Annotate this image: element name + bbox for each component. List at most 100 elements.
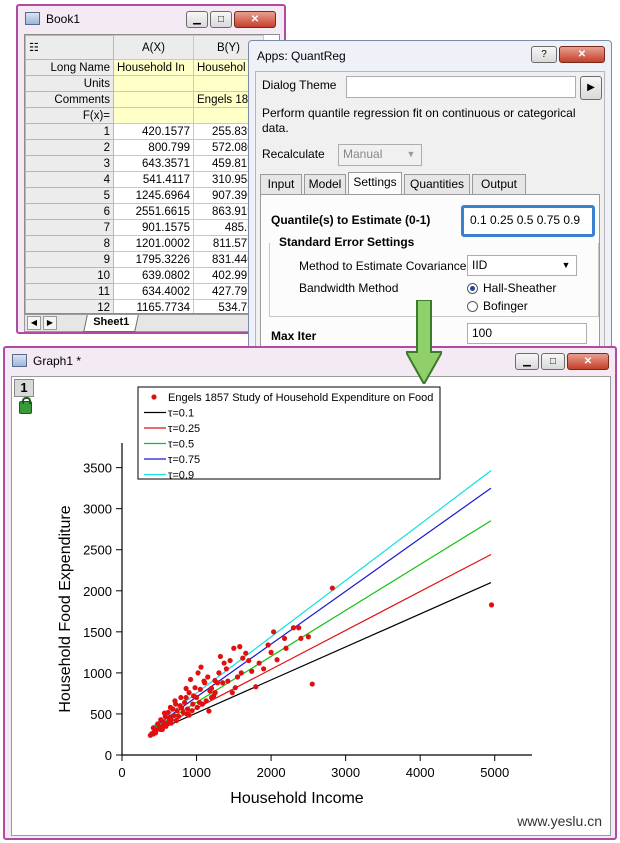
book1-window[interactable]: Book1 ▁ □ ✕ ☷ A(X) B(Y) Long Name Househ… [16, 4, 286, 334]
data-point [161, 710, 168, 716]
cell-a[interactable]: 1795.3226 [113, 251, 194, 268]
table-row[interactable]: 2 800.799 572.0807 [25, 139, 264, 156]
worksheet-grid[interactable]: ☷ A(X) B(Y) Long Name Household In House… [24, 34, 280, 314]
cell-a[interactable]: 1245.6964 [113, 187, 194, 204]
tab-quantities[interactable]: Quantities [404, 174, 470, 194]
table-row[interactable]: 3 643.3571 459.8177 [25, 155, 264, 172]
dialog-description: Perform quantile regression fit on conti… [262, 106, 576, 135]
data-point [298, 635, 304, 642]
table-row[interactable]: 4 541.4117 310.9587 [25, 171, 264, 188]
close-button[interactable]: ✕ [234, 11, 276, 28]
y-tick-label: 3000 [83, 502, 112, 517]
cell-comments-a[interactable] [113, 91, 194, 108]
legend-label: Engels 1857 Study of Household Expenditu… [168, 392, 433, 404]
corner-cell[interactable]: ☷ [25, 35, 114, 60]
data-point [206, 708, 212, 714]
minimize-button[interactable]: ▁ [186, 11, 208, 28]
table-row[interactable]: 12 1165.7734 534.761 [25, 299, 264, 313]
data-point [187, 676, 194, 683]
prev-sheet-icon[interactable]: ◀ [27, 316, 41, 330]
data-point [147, 732, 153, 738]
graph-close-button[interactable]: ✕ [567, 353, 609, 370]
table-row[interactable]: 9 1795.3226 831.4407 [25, 251, 264, 268]
watermark: www.yeslu.cn [517, 813, 602, 829]
y-tick-label: 500 [90, 707, 112, 722]
data-point [296, 625, 302, 631]
row-label-fx: F(x)= [25, 107, 114, 124]
data-point [190, 701, 196, 707]
x-tick-label: 0 [118, 765, 125, 780]
maxiter-input[interactable]: 100 [467, 323, 587, 344]
cell-a[interactable]: 901.1575 [113, 219, 194, 236]
table-row[interactable]: 8 1201.0002 811.5776 [25, 235, 264, 252]
data-point [190, 693, 197, 699]
cell-units-a[interactable] [113, 75, 194, 92]
quantreg-titlebar[interactable]: Apps: QuantReg ? ✕ [249, 41, 611, 67]
workbook-icon [25, 12, 40, 25]
x-tick-label: 4000 [406, 765, 435, 780]
data-point [182, 699, 188, 706]
cell-a[interactable]: 1165.7734 [113, 299, 194, 313]
table-row[interactable]: 11 634.4002 427.7975 [25, 283, 264, 300]
data-point [253, 684, 259, 690]
cell-a[interactable]: 639.0802 [113, 267, 194, 284]
y-tick-label: 1000 [83, 666, 112, 681]
data-point [158, 726, 164, 733]
cell-longname-a[interactable]: Household In [113, 59, 194, 76]
cell-fx-a[interactable] [113, 107, 194, 124]
cell-a[interactable]: 541.4117 [113, 171, 194, 188]
graph1-window[interactable]: Graph1 * ▁ □ ✕ 1 0 1000 2000 3000 4000 5000 0 5… [3, 346, 617, 840]
data-point [177, 703, 183, 709]
quantiles-input[interactable]: 0.1 0.25 0.5 0.75 0.9 [461, 205, 595, 237]
graph-maximize-button[interactable]: □ [541, 353, 565, 370]
data-point [192, 685, 198, 691]
cell-a[interactable]: 1201.0002 [113, 235, 194, 252]
sheet-tab-label: Sheet1 [93, 316, 130, 328]
book1-titlebar[interactable]: Book1 ▁ □ ✕ [18, 6, 284, 32]
data-point [217, 653, 223, 660]
radio-hall-sheather[interactable] [467, 283, 478, 294]
theme-arrow-button[interactable]: ▶ [580, 76, 602, 100]
radio-bofinger[interactable] [467, 301, 478, 312]
tab-settings[interactable]: Settings [348, 172, 402, 194]
dialog-theme-field[interactable] [346, 76, 576, 98]
data-point [305, 634, 311, 640]
maximize-button[interactable]: □ [210, 11, 232, 28]
dialog-close-button[interactable]: ✕ [559, 46, 605, 63]
cell-a[interactable]: 634.4002 [113, 283, 194, 300]
data-point [221, 660, 227, 666]
data-point [172, 698, 178, 704]
graph1-titlebar[interactable]: Graph1 * ▁ □ ✕ [5, 348, 615, 374]
graph-minimize-button[interactable]: ▁ [515, 353, 539, 370]
table-row[interactable]: 7 901.1575 485.68 [25, 219, 264, 236]
table-row[interactable]: 6 2551.6615 863.9199 [25, 203, 264, 220]
tab-output[interactable]: Output [472, 174, 526, 194]
tab-model[interactable]: Model [304, 174, 346, 194]
row-number: 2 [25, 139, 114, 156]
help-button[interactable]: ? [531, 46, 557, 63]
cell-a[interactable]: 643.3571 [113, 155, 194, 172]
graph1-title: Graph1 * [33, 354, 82, 368]
sheet-tab[interactable]: Sheet1 [83, 315, 139, 332]
cell-a[interactable]: 420.1577 [113, 123, 194, 140]
graph-canvas[interactable]: 1 0 1000 2000 3000 4000 5000 0 500 1000 1500 2000 2… [11, 376, 611, 836]
table-row[interactable]: 5 1245.6964 907.3969 [25, 187, 264, 204]
legend-label: τ=0.9 [168, 470, 194, 482]
next-sheet-icon[interactable]: ▶ [43, 316, 57, 330]
legend-label: τ=0.75 [168, 454, 200, 466]
data-point [155, 721, 161, 727]
data-point [196, 699, 203, 706]
table-row[interactable]: 1 420.1577 255.8394 [25, 123, 264, 140]
data-point [249, 668, 255, 674]
cell-a[interactable]: 2551.6615 [113, 203, 194, 220]
column-header-a[interactable]: A(X) [113, 35, 194, 60]
recalculate-select[interactable]: Manual ▼ [338, 144, 422, 166]
table-row[interactable]: 10 639.0802 402.9974 [25, 267, 264, 284]
cell-a[interactable]: 800.799 [113, 139, 194, 156]
row-label-units: Units [25, 75, 114, 92]
data-point [488, 602, 495, 608]
legend-label: τ=0.1 [168, 408, 194, 420]
data-point [150, 725, 156, 731]
tab-input[interactable]: Input [260, 174, 302, 194]
covariance-select[interactable]: IID ▼ [467, 255, 577, 276]
